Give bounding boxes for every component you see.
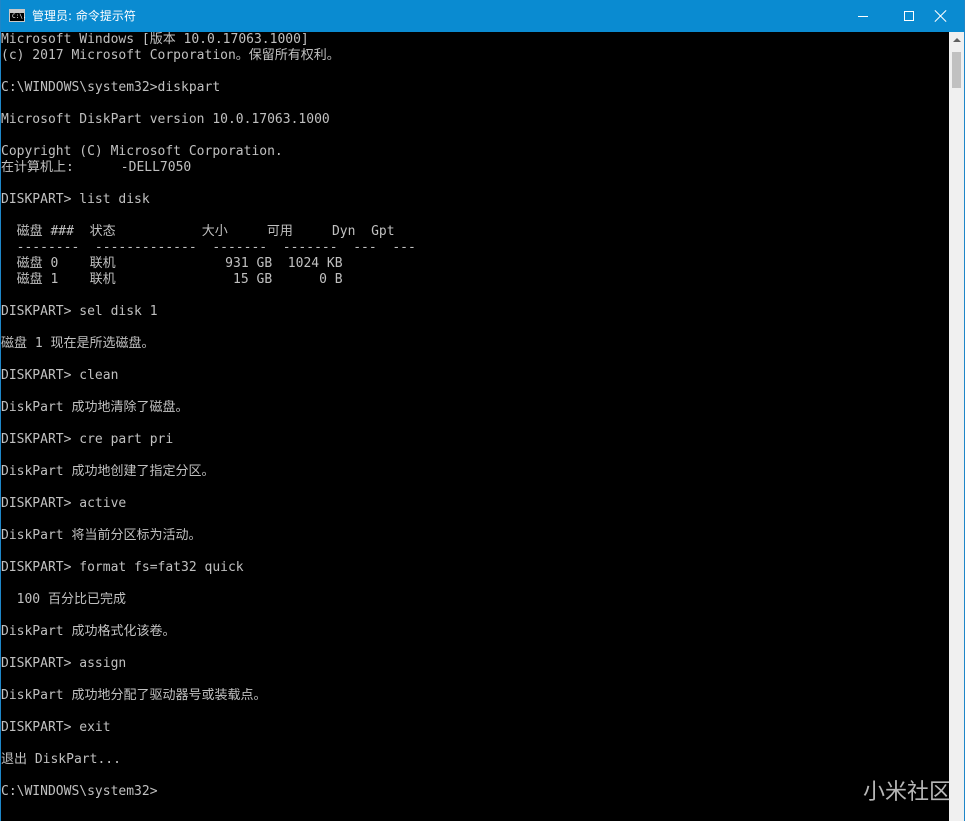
console-output[interactable]: Microsoft Windows [版本 10.0.17063.1000] (c… <box>1 32 949 821</box>
cmd-app-icon[interactable]: C:\. <box>9 9 27 22</box>
console-line: Copyright (C) Microsoft Corporation. <box>1 144 283 159</box>
cmd-app-icon-text: C:\. <box>12 13 27 20</box>
console-line: -------- ------------- ------- ------- -… <box>1 240 416 255</box>
console-line: DISKPART> exit <box>1 720 111 735</box>
console-line: (c) 2017 Microsoft Corporation。保留所有权利。 <box>1 48 340 63</box>
console-line: C:\WINDOWS\system32>diskpart <box>1 80 221 95</box>
console-line: DISKPART> assign <box>1 656 127 671</box>
scrollbar-thumb[interactable] <box>952 52 961 88</box>
window-title: 管理员: 命令提示符 <box>32 9 136 23</box>
console-line: DiskPart 成功地创建了指定分区。 <box>1 464 215 479</box>
minimize-icon <box>858 16 868 17</box>
vertical-scrollbar[interactable] <box>949 32 964 821</box>
console-line: 退出 DiskPart... <box>1 752 121 767</box>
console-line: Microsoft Windows [版本 10.0.17063.1000] <box>1 32 309 47</box>
console-line: 100 百分比已完成 <box>1 592 126 607</box>
console-line: Microsoft DiskPart version 10.0.17063.10… <box>1 112 330 127</box>
console-line: DISKPART> cre part pri <box>1 432 174 447</box>
console-line: 磁盘 ### 状态 大小 可用 Dyn Gpt <box>1 224 395 239</box>
minimize-button[interactable] <box>840 0 886 32</box>
console-line: DiskPart 成功格式化该卷。 <box>1 624 176 639</box>
console-line: DISKPART> clean <box>1 368 119 383</box>
console-line: 在计算机上: -DELL7050 <box>1 160 192 175</box>
console-line: DISKPART> sel disk 1 <box>1 304 158 319</box>
title-bar[interactable]: C:\. 管理员: 命令提示符 <box>1 0 964 32</box>
console-line: DISKPART> active <box>1 496 127 511</box>
console-line: DiskPart 成功地清除了磁盘。 <box>1 400 189 415</box>
watermark-logo: 小米社区 <box>863 780 952 805</box>
console-line: DiskPart 成功地分配了驱动器号或装载点。 <box>1 688 267 703</box>
close-button[interactable] <box>918 0 964 32</box>
console-line: 磁盘 1 联机 15 GB 0 B <box>1 272 343 287</box>
console-line: DISKPART> list disk <box>1 192 150 207</box>
command-prompt-window: C:\. 管理员: 命令提示符 Microsoft Windows [版本 10… <box>0 0 965 821</box>
maximize-icon <box>904 11 914 21</box>
console-line: 磁盘 0 联机 931 GB 1024 KB <box>1 256 343 271</box>
console-line: 磁盘 1 现在是所选磁盘。 <box>1 336 155 351</box>
console-line: DISKPART> format fs=fat32 quick <box>1 560 244 575</box>
close-icon <box>935 10 947 22</box>
scroll-up-arrow-icon[interactable] <box>949 32 964 49</box>
console-line: C:\WINDOWS\system32> <box>1 784 158 799</box>
console-line: DiskPart 将当前分区标为活动。 <box>1 528 202 543</box>
